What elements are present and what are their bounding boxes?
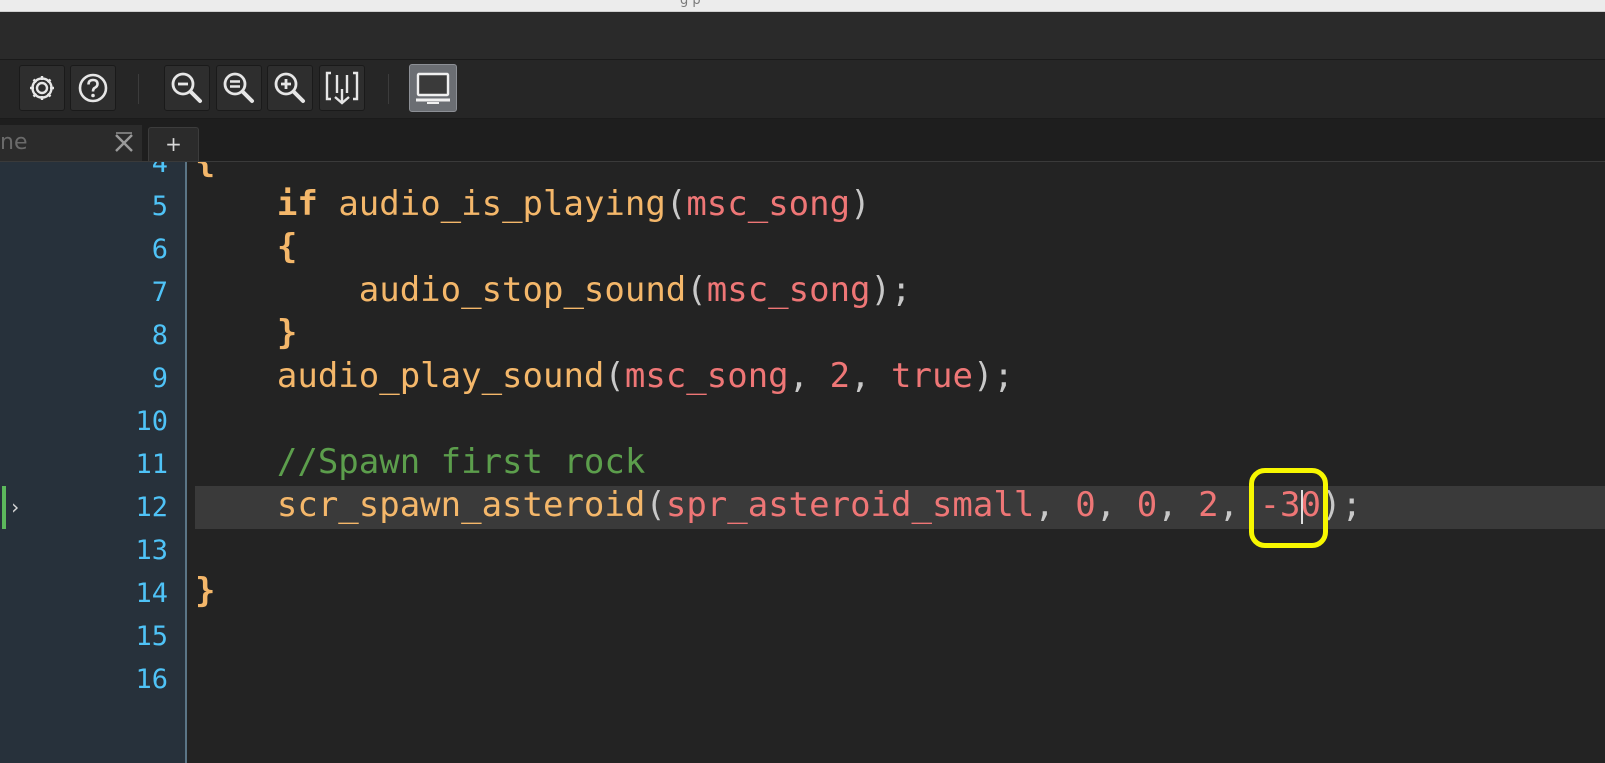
window-title: g p [680, 0, 701, 8]
punctuation: ); [972, 356, 1014, 396]
fit-vertical-icon [325, 71, 359, 105]
function-name: audio_play_sound [276, 356, 605, 396]
line-number: 15 [135, 621, 168, 652]
ide-window: g p ne + 4 5 6 7 8 9 10 11 › 12 13 14 15… [0, 0, 1605, 763]
punctuation: ( [665, 184, 687, 224]
tab-label: ne [0, 130, 28, 155]
line-number-gutter: 4 5 6 7 8 9 10 11 › 12 13 14 15 16 [0, 162, 187, 763]
annotation-highlight-ring [1249, 468, 1328, 548]
code-line-5[interactable]: if audio_is_playing(msc_song) [195, 183, 871, 226]
toolbar-separator [388, 74, 389, 104]
comment: //Spawn first rock [276, 442, 646, 482]
function-name: scr_spawn_asteroid [276, 485, 646, 525]
menu-bar [0, 12, 1605, 60]
monitor-icon [416, 72, 450, 104]
line-number: 13 [135, 535, 168, 566]
line-number: 8 [151, 320, 168, 351]
resource-name: spr_asteroid_small [665, 485, 1035, 525]
zoom-out-icon [171, 72, 202, 103]
punctuation: ( [686, 270, 707, 310]
number-literal: 0 [1136, 485, 1158, 525]
punctuation: , [850, 356, 892, 396]
punctuation: , [788, 356, 830, 396]
open-brace: { [276, 227, 298, 267]
code-line-11[interactable]: //Spawn first rock [195, 441, 645, 484]
close-brace: } [276, 313, 298, 353]
code-line-8[interactable]: } [195, 312, 297, 355]
line-number: 11 [135, 449, 168, 480]
punctuation: , [1157, 485, 1199, 525]
keyword-if: if [276, 184, 318, 224]
function-name: audio_is_playing [338, 184, 666, 224]
code-line-12[interactable]: scr_spawn_asteroid(spr_asteroid_small, 0… [195, 484, 1362, 527]
line-number: 10 [135, 406, 168, 437]
line-number: 9 [151, 363, 168, 394]
punctuation: , [1095, 485, 1137, 525]
zoom-reset-button[interactable] [216, 65, 262, 111]
zoom-out-button[interactable] [164, 65, 210, 111]
tab-strip: ne + [0, 119, 1605, 162]
toolbar [0, 60, 1605, 119]
punctuation: ); [870, 270, 912, 310]
zoom-reset-icon [223, 72, 254, 103]
number-literal-highlighted: 2 [1198, 485, 1219, 525]
tab-script[interactable]: ne [0, 125, 142, 161]
code-line-14[interactable]: } [195, 570, 215, 613]
line-number: 14 [135, 578, 168, 609]
punctuation: ( [604, 356, 625, 396]
line-number: 4 [151, 162, 168, 179]
punctuation: ) [850, 184, 871, 224]
fit-view-button[interactable] [319, 65, 365, 111]
code-line-9[interactable]: audio_play_sound(msc_song, 2, true); [195, 355, 1014, 398]
close-icon[interactable] [112, 131, 136, 155]
toolbar-separator [138, 74, 139, 104]
line-number: 7 [151, 277, 168, 308]
help-button[interactable] [70, 65, 116, 111]
gear-icon [30, 76, 54, 100]
line-number: 6 [151, 234, 168, 265]
close-brace: } [195, 571, 216, 611]
title-bar: g p [0, 0, 1605, 12]
punctuation: ( [645, 485, 666, 525]
settings-button[interactable] [19, 65, 65, 111]
code-line-6[interactable]: { [195, 226, 297, 269]
function-name: audio_stop_sound [358, 270, 687, 310]
resource-name: msc_song [706, 270, 871, 310]
zoom-in-icon [274, 72, 305, 103]
target-device-button[interactable] [409, 64, 457, 112]
boolean-literal: true [891, 356, 973, 396]
number-literal: 2 [829, 356, 851, 396]
line-number: 5 [151, 191, 168, 222]
zoom-in-button[interactable] [267, 65, 313, 111]
open-brace: { [195, 162, 215, 181]
question-circle-icon [78, 73, 108, 103]
line-number: 16 [135, 664, 168, 695]
resource-name: msc_song [686, 184, 851, 224]
number-literal: 0 [1075, 485, 1096, 525]
resource-name: msc_song [624, 356, 789, 396]
add-tab-button[interactable]: + [148, 127, 199, 161]
code-editor[interactable]: 4 5 6 7 8 9 10 11 › 12 13 14 15 16 { if … [0, 162, 1605, 763]
code-line-7[interactable]: audio_stop_sound(msc_song); [195, 269, 912, 312]
code-line-4[interactable]: { [195, 162, 215, 183]
line-number-current: 12 [135, 492, 168, 523]
punctuation: , [1034, 485, 1076, 525]
